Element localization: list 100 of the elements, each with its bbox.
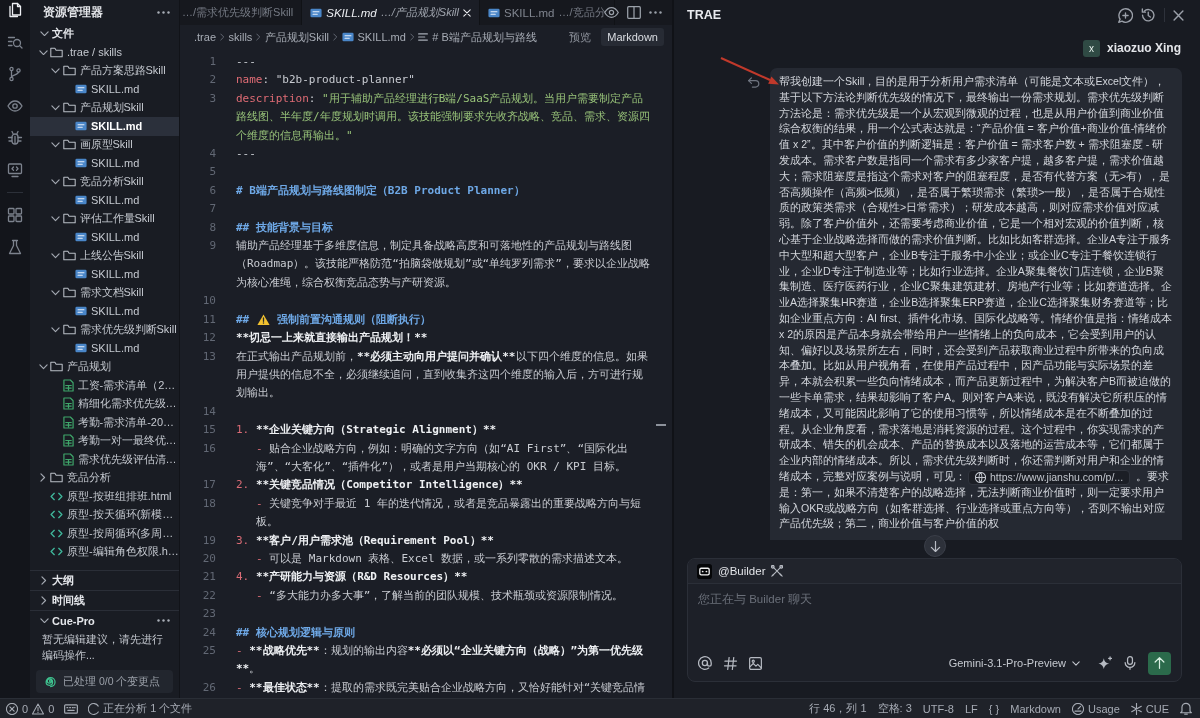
tree-item[interactable]: 需求文档Skill bbox=[30, 283, 179, 302]
status-item[interactable]: 行 46，列 1 bbox=[809, 701, 867, 716]
bug-icon[interactable] bbox=[7, 130, 23, 146]
section-header[interactable]: 文件 bbox=[30, 24, 74, 43]
scroll-down-button[interactable] bbox=[924, 535, 946, 557]
tree-item[interactable]: 需求优先级判断Skill bbox=[30, 320, 179, 339]
tree-item[interactable]: SKILL.md bbox=[30, 80, 179, 99]
tree-item[interactable]: 竞品分析Skill bbox=[30, 172, 179, 191]
flask-icon[interactable] bbox=[7, 239, 23, 255]
file-icon bbox=[310, 7, 323, 18]
folder-icon bbox=[62, 139, 76, 151]
tree-item[interactable]: 考勤一对一最终优… bbox=[30, 431, 179, 450]
image-icon[interactable] bbox=[749, 656, 762, 670]
tree-item[interactable]: 原型-按周循环(多周… bbox=[30, 524, 179, 543]
status-item[interactable]: Markdown bbox=[1010, 702, 1061, 715]
undo-icon[interactable] bbox=[748, 77, 760, 88]
link-chip[interactable]: https://www.jianshu.com/p/... bbox=[968, 469, 1131, 485]
view-mode-button[interactable]: Markdown bbox=[601, 28, 664, 46]
line-number: 21 bbox=[201, 569, 216, 586]
file-icon bbox=[75, 343, 87, 354]
breadcrumb-item[interactable]: skills bbox=[228, 31, 253, 43]
more-icon[interactable] bbox=[157, 10, 170, 14]
eye-icon[interactable] bbox=[604, 7, 619, 18]
close-icon[interactable] bbox=[1173, 9, 1184, 21]
tree-item[interactable]: 考勤-需求清单-20… bbox=[30, 413, 179, 432]
send-button[interactable] bbox=[1148, 651, 1171, 675]
breadcrumb-item[interactable]: SKILL.md bbox=[341, 31, 406, 43]
history-icon[interactable] bbox=[1141, 7, 1156, 23]
status-item[interactable]: 正在分析 1 个文件 bbox=[88, 701, 193, 716]
editor-tab[interactable]: SKILL.md …/产品规划Skill bbox=[302, 0, 480, 25]
tree-item[interactable]: 产品规划Skill bbox=[30, 98, 179, 117]
section-header[interactable]: 时间线 bbox=[30, 591, 85, 610]
sparkle-icon[interactable] bbox=[1098, 656, 1112, 670]
split-icon[interactable] bbox=[627, 6, 641, 19]
chat-input[interactable]: 您正在与 Builder 聊天 bbox=[688, 584, 1181, 651]
editor-tab[interactable]: SKILL.md …/竞品分 bbox=[479, 0, 615, 25]
line-number: 1 bbox=[208, 54, 216, 70]
tree-item[interactable]: 竞品分析 bbox=[30, 468, 179, 487]
model-selector[interactable]: Gemini-3.1-Pro-Preview bbox=[948, 657, 1080, 669]
tree-item[interactable]: 原型-按班组排班.html bbox=[30, 487, 179, 506]
section-header[interactable]: Cue-Pro bbox=[30, 611, 95, 630]
tree-item[interactable]: 上线公告Skill bbox=[30, 246, 179, 265]
problems-button[interactable]: 0 0 bbox=[6, 702, 55, 715]
file-icon bbox=[75, 195, 87, 206]
tree-item[interactable]: SKILL.md bbox=[30, 228, 179, 247]
tree-item[interactable]: 画原型Skill bbox=[30, 135, 179, 154]
status-item[interactable]: LF bbox=[964, 702, 978, 715]
more-icon[interactable] bbox=[157, 619, 170, 622]
file-icon bbox=[75, 269, 87, 280]
tree-item[interactable]: 原型-编辑角色权限.h… bbox=[30, 542, 179, 561]
tree-item[interactable]: 原型-按天循环(新模… bbox=[30, 505, 179, 524]
chevron-down-icon bbox=[1072, 660, 1080, 666]
breadcrumb-item[interactable]: .trae bbox=[194, 31, 216, 43]
hash-icon[interactable] bbox=[724, 656, 737, 670]
message-text: 帮我创建一个Skill，目的是用于分析用户需求清单（可能是文本或Excel文件），基于以下方法论判断优先级的情况下，最终输出一份需求规划。需求优先级判断方法论是：需求优先级是一个从宏观到微观的过程，也是从用户价值到商业价值综合权衡的结果，用一个公式表达就是：“产品价值 = 客户价值+商业价值-情绪价值 x 2”。其中客户价值的判断逻辑是：客户价值 = 需求客户数 + 需求阻塞度 - 研发成本。需求客户数是指同一个需求有多少家客户提，越多客户提，需求价值越大；需求阻塞度是指这个需求对客户的阻塞程度，是否有代替方案（无>有），是否高频操作（高频>低频），是否属于繁琐需求（繁琐>一般），是否属于合规性质的政策类需求（合规性>日常需求）；研发成本越高，则对应需求价值对应减弱。除了客户价值外，还需要考虑商业价值，它是一个相对宏观的价值判断，核心基于企业战略选择而做的需求价值判断。比如比如客群选择。企业A专注于服务中大型和超大型客户，企业B专注于服务中小企业；或企业C专注于餐饮连锁行业，企业D专注于制造业等；比如行业选择。企业A聚集餐饮门店连锁，企业B聚集制造、医疗医药行业，企业C聚集建筑建材、房地产行业等；比如赛道选择。企业A选择聚集HR赛道，企业B选择聚集ERP赛道，企业C选择聚集财务赛道等；比如企业重点方向：AI first、插件化市场、国际化战略等。情绪价值是指：情绪成本x 2的原因是产品本身就会带给用户一些情绪上的负向成本，它会受到用户的认知、偏好以及场景所左右，同时，还会受到产品获取商业过程中所带来的负向成本叠加。比如从用户视角看，在使用产品过程中，因产品功能与实际场景的差异，本就会积累一些负向情绪成本，而产品更新过程中，为解决客户B而被迫做的一些卡单需求，结果却影响了客户A。则对客户A来说，既没有解决它所积压的情绪成本，又可能因此影响了它的使用习惯等，所以情绪成本是在不断叠加的过程。从企业角度看，需求落地是消耗资源的过程。这个过程中，你实现需求的产研成本、错失的机会成本、产品的替换成本以及落地的运营成本等，它们都属于企业内部的情绪成本。所以，需求优先级判断时，你还需判断对用户和企业的情绪成本，完整对应案例与说明，可见： https://www.jianshu.com/p/... 。要求是：第一，如果不清楚客户的战略选择，无法判断商业价值时，则一定要求用户输入OKR或战略方向（如客群选择、行业选择或重点方向等），否则不输出对应产品优先级；第二，商业价值与客户价值的权 bbox=[779, 74, 1174, 532]
tree-item[interactable]: 需求优先级评估清… bbox=[30, 450, 179, 469]
status-item[interactable]: UTF-8 bbox=[922, 702, 954, 715]
status-item[interactable]: 空格: 3 bbox=[877, 701, 912, 716]
section-header[interactable]: 大纲 bbox=[30, 571, 74, 590]
status-item[interactable]: Usage bbox=[1071, 702, 1120, 715]
branch-icon[interactable] bbox=[7, 66, 23, 82]
warning-icon bbox=[32, 702, 45, 715]
tree-item[interactable]: SKILL.md bbox=[30, 154, 179, 173]
search-icon[interactable] bbox=[7, 34, 23, 50]
at-sign-icon[interactable] bbox=[698, 656, 712, 670]
folder-icon bbox=[62, 102, 76, 114]
chat-plus-icon[interactable] bbox=[1118, 7, 1133, 23]
status-item[interactable]: { } bbox=[988, 702, 1000, 715]
keyboard-icon[interactable] bbox=[64, 703, 79, 714]
files-icon[interactable] bbox=[7, 2, 23, 18]
eye-icon[interactable] bbox=[7, 98, 23, 114]
code-line: --- bbox=[236, 54, 256, 70]
status-item[interactable]: CUE bbox=[1130, 702, 1169, 715]
line-number: 25 bbox=[201, 643, 216, 659]
line-number: 5 bbox=[208, 164, 216, 181]
tree-item[interactable]: 产品规划 bbox=[30, 357, 179, 376]
tree-item[interactable]: SKILL.md bbox=[30, 302, 179, 321]
tree-item[interactable]: SKILL.md bbox=[30, 339, 179, 358]
tools-icon[interactable] bbox=[771, 565, 784, 577]
tree-item[interactable]: .trae / skills bbox=[30, 43, 179, 62]
spiral-icon bbox=[44, 675, 57, 688]
tree-item[interactable]: SKILL.md bbox=[30, 265, 179, 284]
code-line: - **最佳状态**：提取的需求既完美贴合企业战略方向，又恰好能针对“关键竞品情 bbox=[236, 679, 646, 696]
breadcrumb-item[interactable]: 产品规划Skill bbox=[264, 29, 330, 45]
bell-icon[interactable] bbox=[1180, 702, 1192, 715]
grid-icon[interactable] bbox=[7, 207, 23, 223]
tree-item[interactable]: SKILL.md bbox=[30, 191, 179, 210]
tree-item[interactable]: 评估工作量Skill bbox=[30, 209, 179, 228]
line-number: 8 bbox=[208, 219, 216, 236]
tree-item[interactable]: 工资-需求清单（2… bbox=[30, 376, 179, 395]
breadcrumb-item[interactable]: # B端产品规划与路线 bbox=[418, 29, 537, 45]
line-number: 19 bbox=[201, 532, 216, 549]
tree-item[interactable]: 精细化需求优先级… bbox=[30, 394, 179, 413]
microphone-icon[interactable] bbox=[1124, 656, 1136, 670]
view-mode-button[interactable]: 预览 bbox=[563, 26, 598, 48]
tree-item[interactable]: 产品方案思路Skill bbox=[30, 61, 179, 80]
tree-item[interactable]: SKILL.md bbox=[30, 117, 179, 136]
more-icon[interactable] bbox=[649, 11, 662, 14]
monitor-icon[interactable] bbox=[7, 162, 23, 178]
message-composer[interactable]: @Builder 您正在与 Builder 聊天 Gemini-3.1-Pro-Preview bbox=[687, 558, 1182, 682]
